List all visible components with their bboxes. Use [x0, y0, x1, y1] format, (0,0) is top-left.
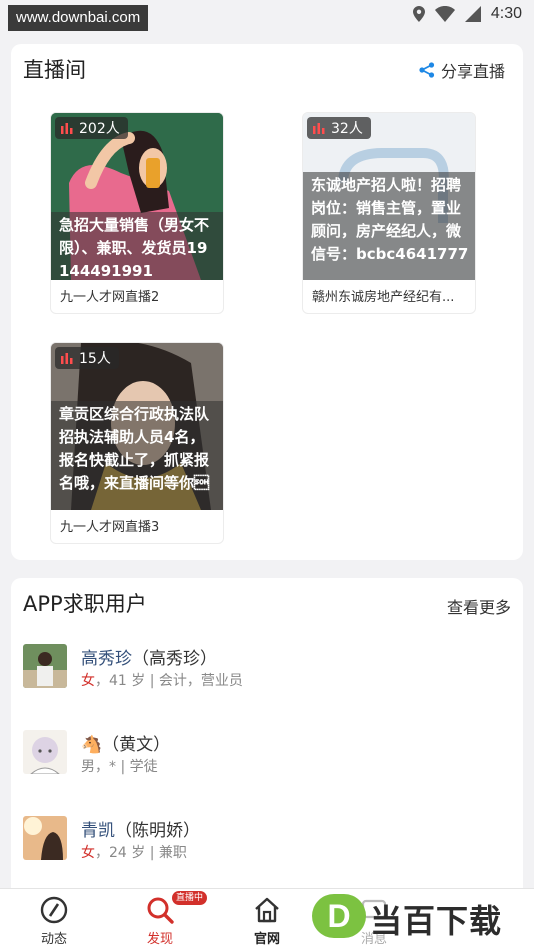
job-seeker-row[interactable]: 高秀珍（高秀珍） 女，41 岁 | 会计，营业员	[23, 644, 503, 704]
signal-icon	[464, 6, 481, 22]
nav-label-feed: 动态	[40, 932, 67, 947]
live-room-overlay-text: 章贡区综合行政执法队招执法辅助人员4名，报名快截止了，抓紧报名哦，来直播间等你	[51, 401, 223, 510]
avatar	[23, 644, 67, 688]
nav-item-feed[interactable]: 动态	[14, 889, 94, 949]
live-bars-icon	[313, 122, 325, 134]
live-now-tag: 直播中	[172, 891, 208, 905]
job-seeker-row[interactable]: 🐴（黄文） 男，* | 学徒	[23, 730, 503, 790]
job-seeker-realname: （黄文）	[102, 735, 171, 755]
job-seeker-info: ，24 岁 | 兼职	[95, 845, 187, 861]
viewer-count: 15人	[79, 351, 111, 367]
nav-label-discover: 发现	[146, 932, 173, 947]
live-room-overlay-text: 急招大量销售（男女不限）、兼职、发货员19144491991	[51, 212, 223, 280]
live-room-host: 赣州东诚房地产经纪有...	[312, 290, 455, 305]
avatar	[23, 730, 67, 774]
live-room-host: 九一人才网直播3	[60, 520, 160, 535]
job-seeker-name: 🐴（黄文）	[81, 730, 170, 755]
job-seekers-card: APP求职用户 查看更多 高秀珍（高秀珍） 女，41 岁 | 会计，营业员 🐴（…	[11, 578, 523, 908]
live-rooms-card: 直播间 分享直播 202人 急招大量销售（男女不限）、兼职、发货员1914449	[11, 44, 523, 560]
status-icons: 4:30	[412, 5, 522, 23]
logo-badge: D	[312, 894, 366, 938]
status-time: 4:30	[490, 5, 522, 22]
live-room-card[interactable]: 32人 东诚地产招人啦！招聘岗位：销售主管，置业顾问，房产经纪人，微信号：bcb…	[302, 112, 476, 314]
viewer-count-badge: 15人	[55, 347, 119, 369]
logo-text: 当百下载	[370, 902, 503, 940]
live-bars-icon	[61, 122, 73, 134]
search-icon	[147, 897, 174, 924]
home-icon	[255, 897, 279, 923]
job-seeker-name: 高秀珍（高秀珍）	[81, 644, 217, 669]
job-seeker-meta: 女，41 岁 | 会计，营业员	[81, 670, 243, 690]
url-watermark: www.downbai.com	[8, 5, 149, 31]
job-seeker-realname: （陈明娇）	[115, 821, 200, 841]
job-seeker-nickname: 高秀珍	[81, 649, 132, 669]
viewer-count: 202人	[79, 121, 120, 137]
job-seeker-meta: 女，24 岁 | 兼职	[81, 842, 187, 862]
live-room-card[interactable]: 15人 章贡区综合行政执法队招执法辅助人员4名，报名快截止了，抓紧报名哦，来直播…	[50, 342, 224, 544]
job-seeker-realname: （高秀珍）	[132, 649, 217, 669]
view-more-link[interactable]: 查看更多	[447, 594, 511, 618]
job-seeker-info: ，* | 学徒	[95, 759, 158, 775]
job-seeker-meta: 男，* | 学徒	[81, 756, 158, 776]
job-seeker-name: 青凯（陈明娇）	[81, 816, 200, 841]
job-seeker-gender: 男	[81, 759, 95, 775]
avatar	[23, 816, 67, 860]
wifi-icon	[434, 6, 455, 22]
viewer-count: 32人	[331, 121, 363, 137]
viewer-count-badge: 32人	[307, 117, 371, 139]
nav-item-official-site[interactable]: 官网	[227, 889, 307, 949]
nav-item-discover[interactable]: 直播中 发现	[120, 889, 208, 949]
job-seekers-title: APP求职用户	[23, 592, 147, 616]
live-bars-icon	[61, 352, 73, 364]
job-seeker-info: ，41 岁 | 会计，营业员	[95, 673, 243, 689]
job-seeker-row[interactable]: 青凯（陈明娇） 女，24 岁 | 兼职	[23, 816, 503, 876]
compass-icon	[40, 896, 68, 924]
status-bar: www.downbai.com 4:30	[0, 0, 534, 34]
share-live-button[interactable]: 分享直播	[419, 58, 505, 82]
share-live-label: 分享直播	[440, 62, 505, 81]
job-seeker-nickname: 青凯	[81, 821, 115, 841]
live-room-host: 九一人才网直播2	[60, 290, 160, 305]
location-icon	[412, 6, 425, 22]
live-room-overlay-text: 东诚地产招人啦！招聘岗位：销售主管，置业顾问，房产经纪人，微信号：bcbc464…	[303, 172, 475, 280]
live-section-title: 直播间	[23, 58, 86, 82]
job-seeker-nickname: 🐴	[81, 735, 103, 755]
viewer-count-badge: 202人	[55, 117, 128, 139]
logo-letter: D	[327, 898, 351, 934]
job-seeker-gender: 女	[81, 845, 95, 861]
site-logo-watermark: D 当百下载	[312, 892, 530, 944]
job-seeker-gender: 女	[81, 673, 95, 689]
live-room-card[interactable]: 202人 急招大量销售（男女不限）、兼职、发货员19144491991 九一人才…	[50, 112, 224, 314]
nav-label-official-site: 官网	[253, 932, 280, 947]
share-icon	[419, 62, 435, 78]
